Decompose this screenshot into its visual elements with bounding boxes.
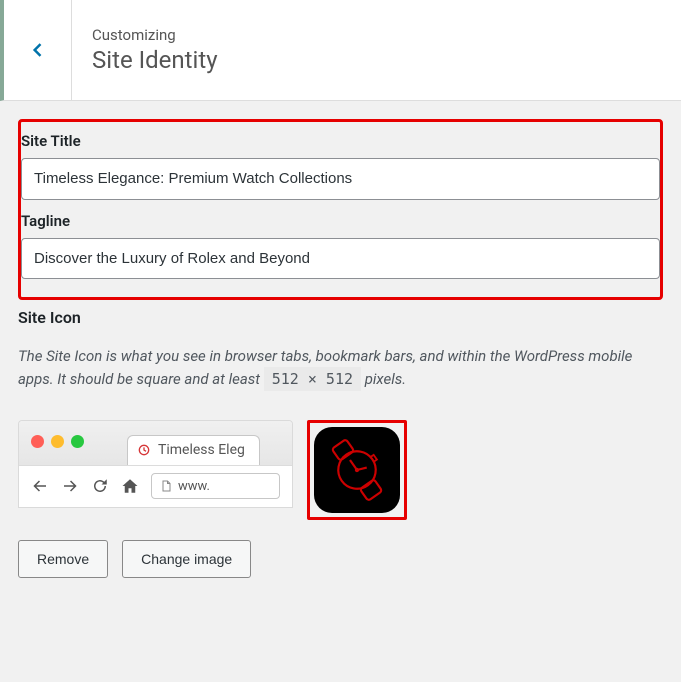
customizer-content: Site Title Tagline Site Icon The Site Ic… <box>0 101 681 596</box>
site-title-input[interactable] <box>21 158 660 200</box>
site-title-label: Site Title <box>21 132 660 150</box>
url-field: www. <box>151 473 280 499</box>
remove-button[interactable]: Remove <box>18 540 108 578</box>
back-button[interactable] <box>4 0 72 100</box>
forward-arrow-icon <box>61 477 79 495</box>
minimize-dot-icon <box>51 435 64 448</box>
site-icon-section-title: Site Icon <box>18 308 663 327</box>
browser-tabbar: Timeless Eleg <box>19 421 292 465</box>
site-icon-image <box>314 427 400 513</box>
site-icon-description: The Site Icon is what you see in browser… <box>18 345 663 392</box>
breadcrumb: Customizing <box>92 26 218 44</box>
tagline-input[interactable] <box>21 238 660 280</box>
close-dot-icon <box>31 435 44 448</box>
reload-icon <box>91 477 109 495</box>
desc-text-after: pixels. <box>361 370 406 388</box>
home-icon <box>121 477 139 495</box>
tagline-field: Tagline <box>21 212 660 280</box>
maximize-dot-icon <box>71 435 84 448</box>
site-title-field: Site Title <box>21 132 660 212</box>
site-icon-buttons: Remove Change image <box>18 540 663 578</box>
site-icon-dimensions: 512 × 512 <box>264 367 361 391</box>
tagline-label: Tagline <box>21 212 660 230</box>
page-title: Site Identity <box>92 46 218 74</box>
header-titles: Customizing Site Identity <box>72 0 238 100</box>
site-icon-preview-row: Timeless Eleg www. <box>18 420 663 520</box>
page-icon <box>160 479 172 493</box>
browser-preview: Timeless Eleg www. <box>18 420 293 508</box>
site-icon-preview <box>307 420 407 520</box>
window-controls <box>31 435 84 448</box>
back-arrow-icon <box>31 477 49 495</box>
url-text: www. <box>178 479 210 494</box>
browser-tab-title: Timeless Eleg <box>158 442 245 458</box>
change-image-button[interactable]: Change image <box>122 540 251 578</box>
highlighted-fields: Site Title Tagline <box>18 119 663 300</box>
favicon-icon <box>136 442 152 458</box>
browser-navbar: www. <box>19 465 292 507</box>
watch-icon <box>321 434 393 506</box>
customizer-header: Customizing Site Identity <box>0 0 681 101</box>
chevron-left-icon <box>28 40 48 60</box>
browser-tab: Timeless Eleg <box>127 435 260 465</box>
